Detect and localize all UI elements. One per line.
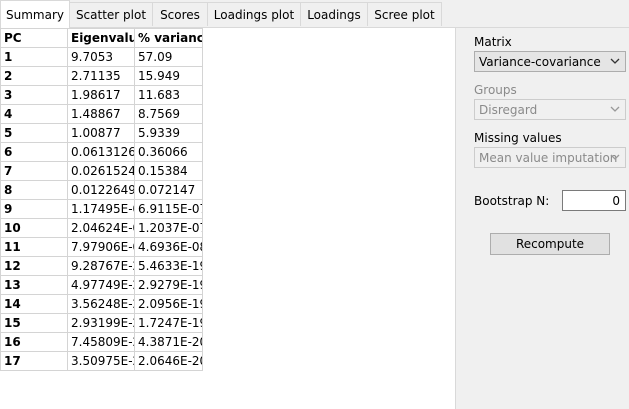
tab-loadings[interactable]: Loadings <box>300 2 368 26</box>
tab-summary[interactable]: Summary <box>0 0 70 28</box>
cell-variance: 8.7569 <box>134 104 203 124</box>
cell-variance: 1.2037E-07 <box>134 218 203 238</box>
cell-variance: 4.3871E-20 <box>134 332 203 352</box>
cell-eigenvalue: 2.04624E-08 <box>67 218 135 238</box>
table-header-row: PC Eigenvalue % variance <box>0 28 203 48</box>
cell-pc: 13 <box>0 275 68 295</box>
cell-pc: 14 <box>0 294 68 314</box>
cell-variance: 15.949 <box>134 66 203 86</box>
table-row[interactable]: 129.28767E-205.4633E-19 <box>0 256 203 276</box>
cell-eigenvalue: 2.71135 <box>67 66 135 86</box>
bootstrap-input[interactable]: 0 <box>562 190 626 211</box>
cell-eigenvalue: 0.0261524 <box>67 161 135 181</box>
cell-pc: 9 <box>0 199 68 219</box>
missing-values-select[interactable]: Mean value imputation <box>474 147 626 168</box>
cell-pc: 4 <box>0 104 68 124</box>
cell-eigenvalue: 0.0613126 <box>67 142 135 162</box>
cell-pc: 7 <box>0 161 68 181</box>
cell-variance: 2.0646E-20 <box>134 351 203 371</box>
cell-variance: 0.36066 <box>134 142 203 162</box>
cell-variance: 5.4633E-19 <box>134 256 203 276</box>
table-row[interactable]: 143.56248E-202.0956E-19 <box>0 294 203 314</box>
cell-pc: 2 <box>0 66 68 86</box>
cell-variance: 0.072147 <box>134 180 203 200</box>
groups-select-value: Disregard <box>479 102 538 117</box>
cell-variance: 57.09 <box>134 47 203 67</box>
cell-eigenvalue: 9.28767E-20 <box>67 256 135 276</box>
missing-values-select-value: Mean value imputation <box>479 150 618 165</box>
matrix-select[interactable]: Variance-covariance <box>474 51 626 72</box>
cell-variance: 1.7247E-19 <box>134 313 203 333</box>
missing-values-label: Missing values <box>474 131 562 145</box>
cell-pc: 1 <box>0 47 68 67</box>
table-row[interactable]: 8 0.0122649 0.072147 <box>0 180 203 200</box>
groups-select[interactable]: Disregard <box>474 99 626 120</box>
cell-eigenvalue: 1.98617 <box>67 85 135 105</box>
column-header-eigenvalue[interactable]: Eigenvalue <box>67 28 135 48</box>
table-row[interactable]: 6 0.0613126 0.36066 <box>0 142 203 162</box>
recompute-button[interactable]: Recompute <box>490 233 610 255</box>
cell-pc: 16 <box>0 332 68 352</box>
cell-pc: 10 <box>0 218 68 238</box>
cell-pc: 12 <box>0 256 68 276</box>
tab-scores[interactable]: Scores <box>152 2 208 26</box>
table-row[interactable]: 167.45809E-214.3871E-20 <box>0 332 203 352</box>
cell-pc: 15 <box>0 313 68 333</box>
groups-label: Groups <box>474 83 517 97</box>
cell-variance: 11.683 <box>134 85 203 105</box>
chevron-down-icon <box>610 154 620 160</box>
table-row[interactable]: 117.97906E-094.6936E-08 <box>0 237 203 257</box>
table-row[interactable]: 1 9.7053 57.09 <box>0 47 203 67</box>
table-row[interactable]: 5 1.00877 5.9339 <box>0 123 203 143</box>
cell-pc: 17 <box>0 351 68 371</box>
table-row[interactable]: 7 0.0261524 0.15384 <box>0 161 203 181</box>
cell-pc: 3 <box>0 85 68 105</box>
cell-eigenvalue: 0.0122649 <box>67 180 135 200</box>
cell-eigenvalue: 1.00877 <box>67 123 135 143</box>
table-row[interactable]: 152.93199E-201.7247E-19 <box>0 313 203 333</box>
cell-eigenvalue: 4.97749E-20 <box>67 275 135 295</box>
cell-variance: 0.15384 <box>134 161 203 181</box>
chevron-down-icon <box>610 58 620 64</box>
bootstrap-label: Bootstrap N: <box>474 194 550 208</box>
cell-eigenvalue: 7.97906E-09 <box>67 237 135 257</box>
cell-eigenvalue: 7.45809E-21 <box>67 332 135 352</box>
table-row[interactable]: 3 1.98617 11.683 <box>0 85 203 105</box>
cell-eigenvalue: 9.7053 <box>67 47 135 67</box>
table-row[interactable]: 102.04624E-081.2037E-07 <box>0 218 203 238</box>
chevron-down-icon <box>610 106 620 112</box>
table-row[interactable]: 91.17495E-076.9115E-07 <box>0 199 203 219</box>
tab-strip: Summary Scatter plot Scores Loadings plo… <box>0 0 629 28</box>
table-row[interactable]: 4 1.48867 8.7569 <box>0 104 203 124</box>
cell-variance: 6.9115E-07 <box>134 199 203 219</box>
options-panel: Matrix Variance-covariance Groups Disreg… <box>457 28 629 409</box>
cell-eigenvalue: 2.93199E-20 <box>67 313 135 333</box>
cell-pc: 8 <box>0 180 68 200</box>
matrix-label: Matrix <box>474 35 512 49</box>
matrix-select-value: Variance-covariance <box>479 54 601 69</box>
cell-variance: 5.9339 <box>134 123 203 143</box>
tab-loadings-plot[interactable]: Loadings plot <box>207 2 301 26</box>
cell-eigenvalue: 3.50975E-21 <box>67 351 135 371</box>
tab-scree-plot[interactable]: Scree plot <box>367 2 442 26</box>
column-header-variance[interactable]: % variance <box>134 28 203 48</box>
column-header-pc[interactable]: PC <box>0 28 68 48</box>
table-body: 1 9.7053 57.09 2 2.71135 15.949 3 1.98617 11.683… <box>0 47 203 371</box>
cell-pc: 11 <box>0 237 68 257</box>
table-row[interactable]: 134.97749E-202.9279E-19 <box>0 275 203 295</box>
table-row[interactable]: 173.50975E-212.0646E-20 <box>0 351 203 371</box>
cell-eigenvalue: 1.48867 <box>67 104 135 124</box>
cell-variance: 2.0956E-19 <box>134 294 203 314</box>
tab-scatter-plot[interactable]: Scatter plot <box>69 2 153 26</box>
table-row[interactable]: 2 2.71135 15.949 <box>0 66 203 86</box>
cell-pc: 5 <box>0 123 68 143</box>
cell-variance: 4.6936E-08 <box>134 237 203 257</box>
summary-table-area: PC Eigenvalue % variance 19.705357.0922.… <box>0 28 456 409</box>
cell-eigenvalue: 1.17495E-07 <box>67 199 135 219</box>
cell-pc: 6 <box>0 142 68 162</box>
cell-eigenvalue: 3.56248E-20 <box>67 294 135 314</box>
cell-variance: 2.9279E-19 <box>134 275 203 295</box>
summary-table: PC Eigenvalue % variance 19.705357.0922.… <box>0 28 203 371</box>
